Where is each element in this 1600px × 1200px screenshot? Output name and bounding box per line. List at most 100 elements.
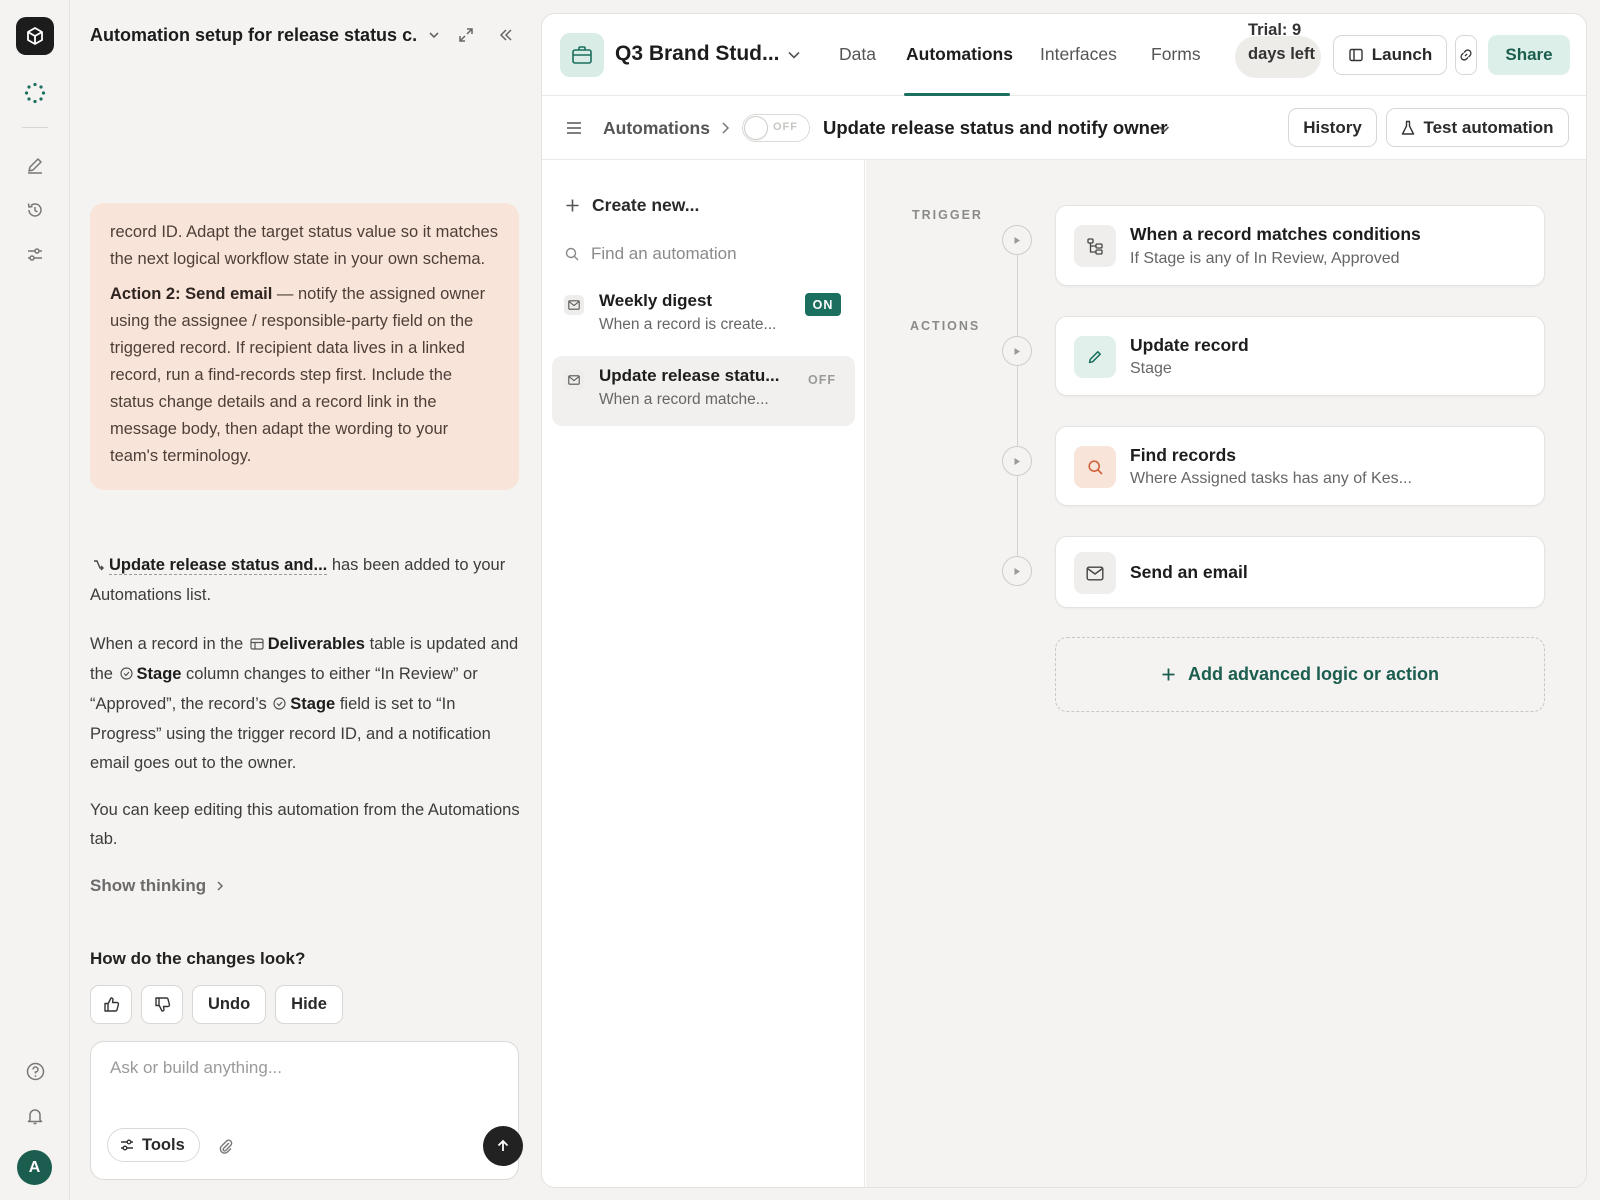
- assistant-chat-panel: Automation setup for release status c...…: [70, 0, 538, 1200]
- arrow-up-icon: [497, 1139, 509, 1151]
- settings-sliders-icon[interactable]: [21, 241, 49, 269]
- collapse-panel-icon[interactable]: [492, 21, 520, 49]
- sliders-icon: [120, 1138, 134, 1152]
- thumbs-down-button[interactable]: [141, 985, 183, 1024]
- hamburger-menu-icon[interactable]: [564, 118, 584, 138]
- trigger-step-card[interactable]: When a record matches conditions If Stag…: [1055, 205, 1545, 286]
- play-step-icon[interactable]: [1002, 556, 1032, 586]
- automation-trigger-summary: When a record is create...: [599, 316, 777, 333]
- status-badge-off: OFF: [808, 373, 836, 387]
- chevron-down-icon[interactable]: [784, 45, 804, 65]
- action-description: Stage: [1130, 360, 1172, 377]
- send-button[interactable]: [483, 1126, 523, 1166]
- briefcase-icon: [560, 33, 604, 77]
- automation-list-item[interactable]: Weekly digest When a record is create...…: [552, 281, 855, 351]
- chevron-down-icon[interactable]: [1155, 120, 1173, 138]
- create-new-button[interactable]: Create new...: [565, 195, 699, 216]
- automation-name: Weekly digest: [599, 291, 713, 310]
- chat-title: Automation setup for release status c...: [90, 24, 416, 45]
- play-step-icon[interactable]: [1002, 225, 1032, 255]
- show-thinking-label: Show thinking: [90, 876, 207, 895]
- add-logic-or-action-button[interactable]: Add advanced logic or action: [1055, 637, 1545, 712]
- thumbs-up-button[interactable]: [90, 985, 132, 1024]
- tools-button[interactable]: Tools: [107, 1128, 200, 1162]
- trigger-description: If Stage is any of In Review, Approved: [1130, 250, 1400, 267]
- play-step-icon[interactable]: [1002, 446, 1032, 476]
- toggle-knob: [745, 117, 767, 139]
- app-logo-icon[interactable]: [16, 17, 54, 55]
- chat-composer: Tools: [90, 1041, 523, 1180]
- assistant-message-bubble: record ID. Adapt the target status value…: [90, 203, 519, 490]
- plus-icon: [565, 198, 580, 213]
- table-icon: [250, 631, 264, 660]
- status-field-icon: [273, 691, 286, 720]
- action-step-card[interactable]: Send an email: [1055, 536, 1545, 608]
- thumbs-down-icon: [154, 997, 170, 1012]
- paperclip-icon[interactable]: [213, 1133, 239, 1159]
- trigger-title: When a record matches conditions: [1130, 224, 1421, 244]
- email-icon: [564, 295, 584, 315]
- automation-flow-canvas: TRIGGER ACTIONS When a record matches co…: [866, 160, 1586, 1187]
- notifications-bell-icon[interactable]: [21, 1102, 49, 1130]
- search-icon: [565, 247, 579, 261]
- launch-label: Launch: [1371, 45, 1433, 64]
- launch-panel-icon: [1348, 47, 1364, 63]
- add-logic-label: Add advanced logic or action: [1187, 664, 1440, 684]
- loading-spinner-icon[interactable]: [21, 79, 49, 107]
- feedback-question: How do the changes look?: [90, 949, 306, 968]
- breadcrumb-automations[interactable]: Automations: [603, 118, 710, 139]
- help-icon[interactable]: [21, 1057, 49, 1085]
- tab-forms[interactable]: Forms: [1151, 44, 1201, 65]
- email-icon: [1074, 552, 1116, 594]
- automation-list-item-selected[interactable]: Update release statu... When a record ma…: [552, 356, 855, 426]
- summary-text-1: When a record in the: [90, 635, 248, 653]
- automation-on-off-toggle[interactable]: OFF: [742, 114, 810, 142]
- chat-input[interactable]: [110, 1058, 500, 1078]
- feedback-buttons: Undo Hide: [90, 985, 343, 1024]
- action-title: Update record: [1130, 335, 1249, 355]
- bubble-paragraph-2: Action 2: Send email — notify the assign…: [110, 281, 499, 470]
- field-name-2: Stage: [290, 695, 336, 713]
- expand-icon[interactable]: [452, 21, 480, 49]
- thumbs-up-icon: [103, 997, 119, 1012]
- history-icon[interactable]: [21, 196, 49, 224]
- automation-toolbar: Automations OFF Update release status an…: [542, 96, 1586, 160]
- automation-link-icon: [92, 552, 105, 581]
- automation-link[interactable]: Update release status and...: [109, 556, 328, 575]
- launch-button[interactable]: Launch: [1333, 35, 1447, 75]
- share-button[interactable]: Share: [1488, 35, 1570, 75]
- automation-builder-app: Q3 Brand Stud... Data Automations Interf…: [541, 13, 1587, 1188]
- status-badge-on: ON: [805, 293, 841, 316]
- trigger-section-label: TRIGGER: [912, 208, 983, 222]
- hide-button[interactable]: Hide: [275, 985, 343, 1024]
- actions-section-label: ACTIONS: [910, 319, 981, 333]
- show-thinking-toggle[interactable]: Show thinking: [90, 876, 226, 896]
- edit-pencil-icon[interactable]: [21, 151, 49, 179]
- plus-icon: [1161, 667, 1176, 682]
- chevron-right-icon: [214, 880, 226, 892]
- action-step-card[interactable]: Update record Stage: [1055, 316, 1545, 396]
- bubble-paragraph-1: record ID. Adapt the target status value…: [110, 223, 498, 268]
- user-avatar[interactable]: A: [17, 1150, 52, 1185]
- left-rail: A: [0, 0, 70, 1200]
- automation-title[interactable]: Update release status and notify owner: [823, 117, 1167, 139]
- status-field-icon: [119, 661, 133, 690]
- automation-trigger-summary: When a record matche...: [599, 391, 769, 408]
- tab-interfaces[interactable]: Interfaces: [1040, 44, 1117, 65]
- undo-button[interactable]: Undo: [192, 985, 267, 1024]
- action-step-card[interactable]: Find records Where Assigned tasks has an…: [1055, 426, 1545, 506]
- action-2-text: — notify the assigned owner using the as…: [110, 285, 486, 465]
- base-name[interactable]: Q3 Brand Stud...: [615, 42, 780, 66]
- tab-data[interactable]: Data: [839, 44, 876, 65]
- trial-badge[interactable]: Trial: 9 days left: [1248, 19, 1323, 66]
- play-step-icon[interactable]: [1002, 336, 1032, 366]
- history-button[interactable]: History: [1288, 108, 1377, 147]
- chevron-down-icon[interactable]: [420, 21, 448, 49]
- tab-automations[interactable]: Automations: [906, 44, 1013, 65]
- test-automation-button[interactable]: Test automation: [1386, 108, 1569, 147]
- pencil-edit-icon: [1074, 336, 1116, 378]
- link-icon: [1459, 48, 1473, 62]
- flask-icon: [1401, 120, 1415, 136]
- copy-link-button[interactable]: [1455, 35, 1477, 75]
- find-automation-input[interactable]: [591, 244, 841, 264]
